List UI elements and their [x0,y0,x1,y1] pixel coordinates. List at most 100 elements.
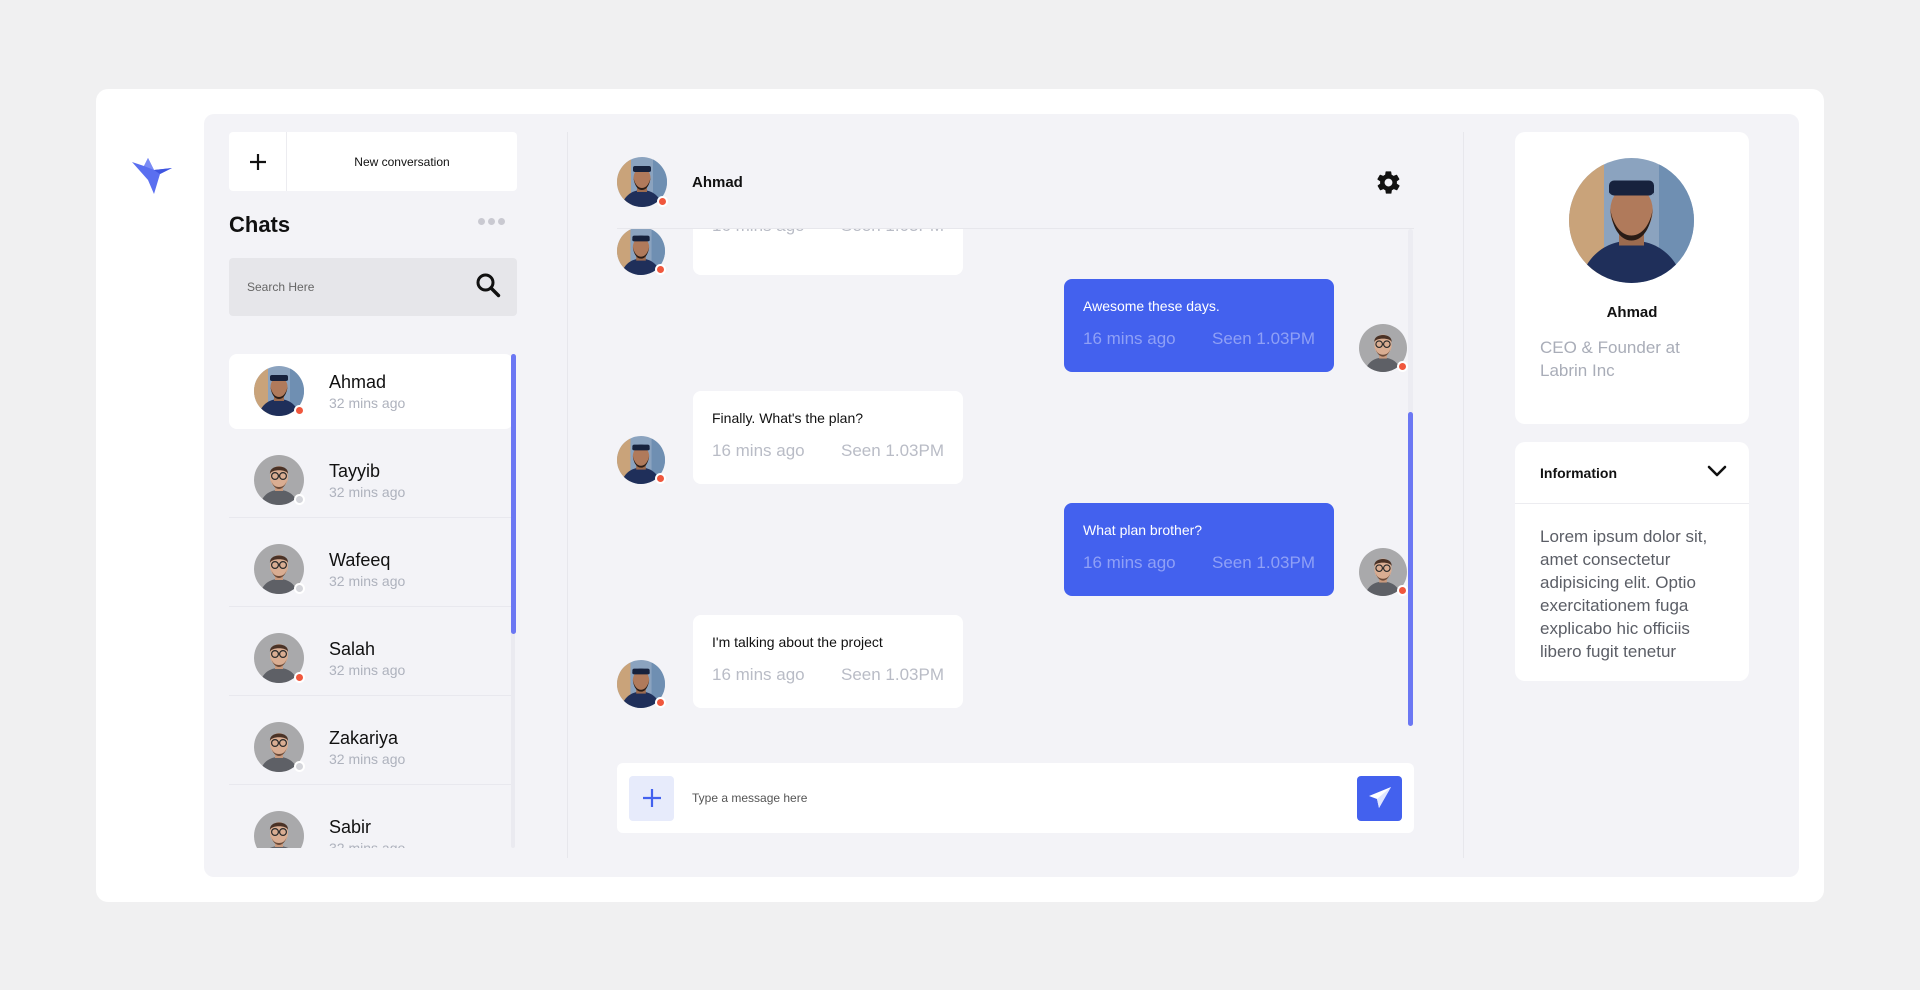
contact-avatar-image [254,811,304,848]
chat-item-info: Sabir 32 mins ago [329,817,405,849]
chat-item-name: Ahmad [329,371,387,392]
online-status-dot [294,405,305,416]
chat-item-name: Tayyib [329,460,381,481]
message-meta: 16 mins ago Seen 1.03PM [712,665,944,685]
message-text: Awesome these days. [1083,298,1220,314]
avatar [254,455,305,505]
online-status-dot [1397,361,1408,372]
search-box [229,258,517,316]
offline-status-dot [294,761,305,772]
incoming-message[interactable]: 16 mins ago Seen 1.03PM [693,229,963,275]
incoming-message[interactable]: I'm talking about the project 16 mins ago… [693,615,963,708]
chat-list-item[interactable]: Zakariya 32 mins ago [229,710,513,785]
chat-item-info: Salah 32 mins ago [329,639,405,678]
new-conversation-label[interactable]: New conversation [287,132,517,191]
message-avatar [1359,324,1408,372]
message-time: 16 mins ago [1083,329,1176,348]
send-button[interactable] [1357,775,1402,821]
profile-card: Ahmad CEO & Founder at Labrin Inc [1515,132,1749,424]
chat-header: Ahmad [617,157,743,207]
message-seen: Seen 1.03PM [1211,553,1315,572]
message-avatar [617,660,666,708]
online-status-dot [1397,585,1408,596]
send-icon [1368,787,1391,808]
chat-item-time: 32 mins ago [329,394,406,411]
message-time: 16 mins ago [712,229,805,236]
message-time: 16 mins ago [712,665,805,684]
avatar [254,544,305,594]
message-list: 16 mins ago Seen 1.03PM Awesome these day… [617,229,1414,729]
chat-list: Ahmad 32 mins ago Tayyib 32 mins ago Wafee… [229,354,513,848]
chat-item-name: Wafeeq [329,549,391,570]
message-seen: Seen 1.03PM [840,665,944,684]
message-meta: 16 mins ago Seen 1.03PM [1083,553,1315,573]
left-divider [567,132,568,858]
message-input[interactable] [692,791,1357,805]
right-divider [1463,132,1464,858]
chats-title: Chats [229,212,291,237]
message-meta: 16 mins ago Seen 1.03PM [712,229,944,236]
chat-item-info: Tayyib 32 mins ago [329,461,405,500]
chat-list-item[interactable]: Salah 32 mins ago [229,621,513,696]
online-status-dot [655,697,666,708]
information-title: Information [1540,464,1617,481]
message-meta: 16 mins ago Seen 1.03PM [1083,329,1315,349]
outgoing-message[interactable]: What plan brother? 16 mins ago Seen 1.03PM [1064,503,1334,596]
search-input[interactable] [247,280,475,294]
online-status-dot [655,264,666,275]
chat-list-item[interactable]: Ahmad 32 mins ago [229,354,513,429]
message-meta: 16 mins ago Seen 1.03PM [712,441,944,461]
gear-icon[interactable] [1375,169,1402,196]
profile-role: CEO & Founder at Labrin Inc [1540,338,1680,380]
message-avatar [1359,548,1408,596]
chat-list-item[interactable]: Tayyib 32 mins ago [229,443,513,518]
message-time: 16 mins ago [712,441,805,460]
message-text: Finally. What's the plan? [712,410,864,426]
more-options-icon[interactable] [478,218,505,225]
message-avatar [617,229,666,275]
chat-item-name: Zakariya [329,727,399,748]
information-card: Information Lorem ipsum dolor sit, amet … [1515,442,1749,681]
chat-item-name: Salah [329,638,376,659]
chat-item-info: Zakariya 32 mins ago [329,728,405,767]
new-conversation-button[interactable]: New conversation [229,132,517,191]
message-seen: Seen 1.03PM [840,441,944,460]
message-composer [617,763,1414,833]
chat-list-item[interactable]: Sabir 32 mins ago [229,799,513,848]
message-seen: Seen 1.03PM [1211,329,1315,348]
online-status-dot [657,196,668,207]
attach-button[interactable] [629,775,674,821]
incoming-message[interactable]: Finally. What's the plan? 16 mins ago Seen… [693,391,963,484]
chat-list-item[interactable]: Wafeeq 32 mins ago [229,532,513,607]
message-avatar [617,436,666,484]
chat-item-time: 32 mins ago [329,572,406,589]
plus-icon[interactable] [229,132,287,191]
information-toggle[interactable]: Information [1515,442,1749,504]
offline-status-dot [294,494,305,505]
message-scrollbar-thumb[interactable] [1408,412,1413,726]
profile-avatar [1569,158,1694,283]
message-time: 16 mins ago [1083,553,1176,572]
online-status-dot [655,473,666,484]
chat-item-name: Sabir [329,816,372,837]
avatar [254,633,305,683]
outgoing-message[interactable]: Awesome these days. 16 mins ago Seen 1.03P… [1064,279,1334,372]
chat-item-info: Wafeeq 32 mins ago [329,550,405,589]
chat-list-scrollbar-thumb[interactable] [511,354,516,634]
plus-icon [642,789,661,807]
chat-item-time: 32 mins ago [329,750,406,767]
avatar [254,722,305,772]
chevron-down-icon[interactable] [1707,464,1727,482]
chat-item-time: 32 mins ago [329,483,406,500]
bird-logo-icon[interactable] [130,152,174,196]
message-text: I'm talking about the project [712,634,883,650]
avatar [254,811,304,848]
profile-name: Ahmad [1606,304,1658,321]
contact-name: Ahmad [692,173,743,191]
online-status-dot [294,672,305,683]
chat-item-info: Ahmad 32 mins ago [329,372,405,411]
avatar [254,366,305,416]
message-seen: Seen 1.03PM [841,229,944,236]
search-icon[interactable] [475,272,501,303]
avatar[interactable] [617,157,668,207]
